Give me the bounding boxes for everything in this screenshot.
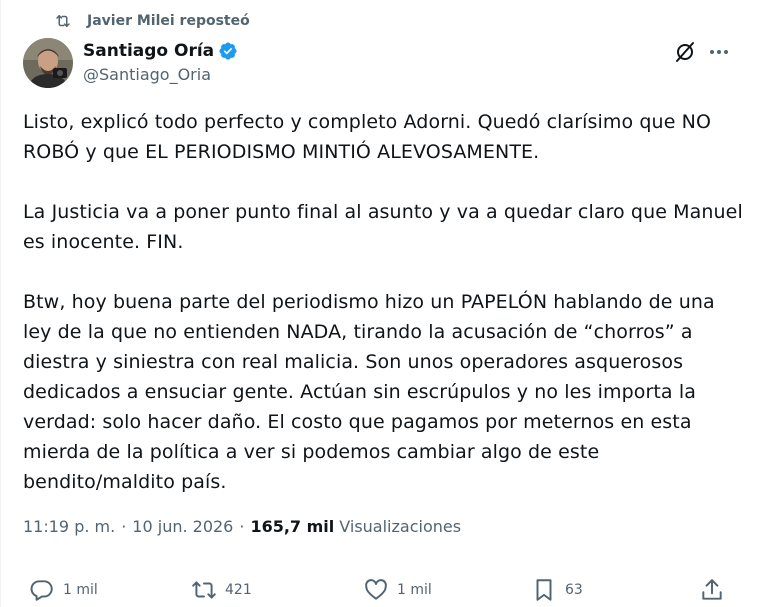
author-info: Santiago Oría @Santiago_Oria [83,39,238,84]
share-button[interactable] [699,572,725,607]
bookmark-icon [536,579,552,601]
repost-action-icon [192,581,216,599]
tweet-text: Listo, explicó todo perfecto y completo … [23,107,743,497]
grok-icon[interactable] [673,40,697,64]
repost-label: Javier Milei reposteó [87,13,250,29]
like-count: 1 mil [397,582,432,598]
author-handle[interactable]: @Santiago_Oria [83,65,238,84]
share-icon [702,579,722,600]
tweet-time[interactable]: 11:19 p. m. [23,517,115,536]
like-icon [365,579,387,600]
meta-separator: · [239,517,245,536]
avatar[interactable] [23,38,73,88]
tweet-paragraph: Listo, explicó todo perfecto y completo … [23,111,711,163]
tweet-meta: 11:19 p. m. · 10 jun. 2026 · 165,7 mil V… [23,517,461,536]
like-button[interactable]: 1 mil [363,572,432,607]
reply-count: 1 mil [63,582,98,598]
reply-icon [30,580,53,601]
action-bar: 1 mil 421 1 mil 63 [1,572,764,607]
tweet-paragraph: La Justicia va a poner punto final al as… [23,201,743,253]
views-label: Visualizaciones [339,517,462,536]
verified-badge-icon[interactable] [218,41,238,61]
repost-count: 421 [225,582,252,598]
tweet-date[interactable]: 10 jun. 2026 [132,517,233,536]
author-name[interactable]: Santiago Oría [83,41,214,61]
bookmark-count: 63 [565,582,583,598]
more-icon[interactable] [707,40,731,64]
tweet-paragraph: Btw, hoy buena parte del periodismo hizo… [23,291,715,493]
views-count: 165,7 mil [250,517,335,536]
avatar-image [23,38,73,88]
reply-button[interactable]: 1 mil [29,572,98,607]
repost-icon [56,15,70,27]
repost-button[interactable]: 421 [191,572,252,607]
tweet: Javier Milei reposteó Santiago Oría @San… [0,0,764,607]
meta-separator: · [121,517,127,536]
bookmark-button[interactable]: 63 [531,572,583,607]
